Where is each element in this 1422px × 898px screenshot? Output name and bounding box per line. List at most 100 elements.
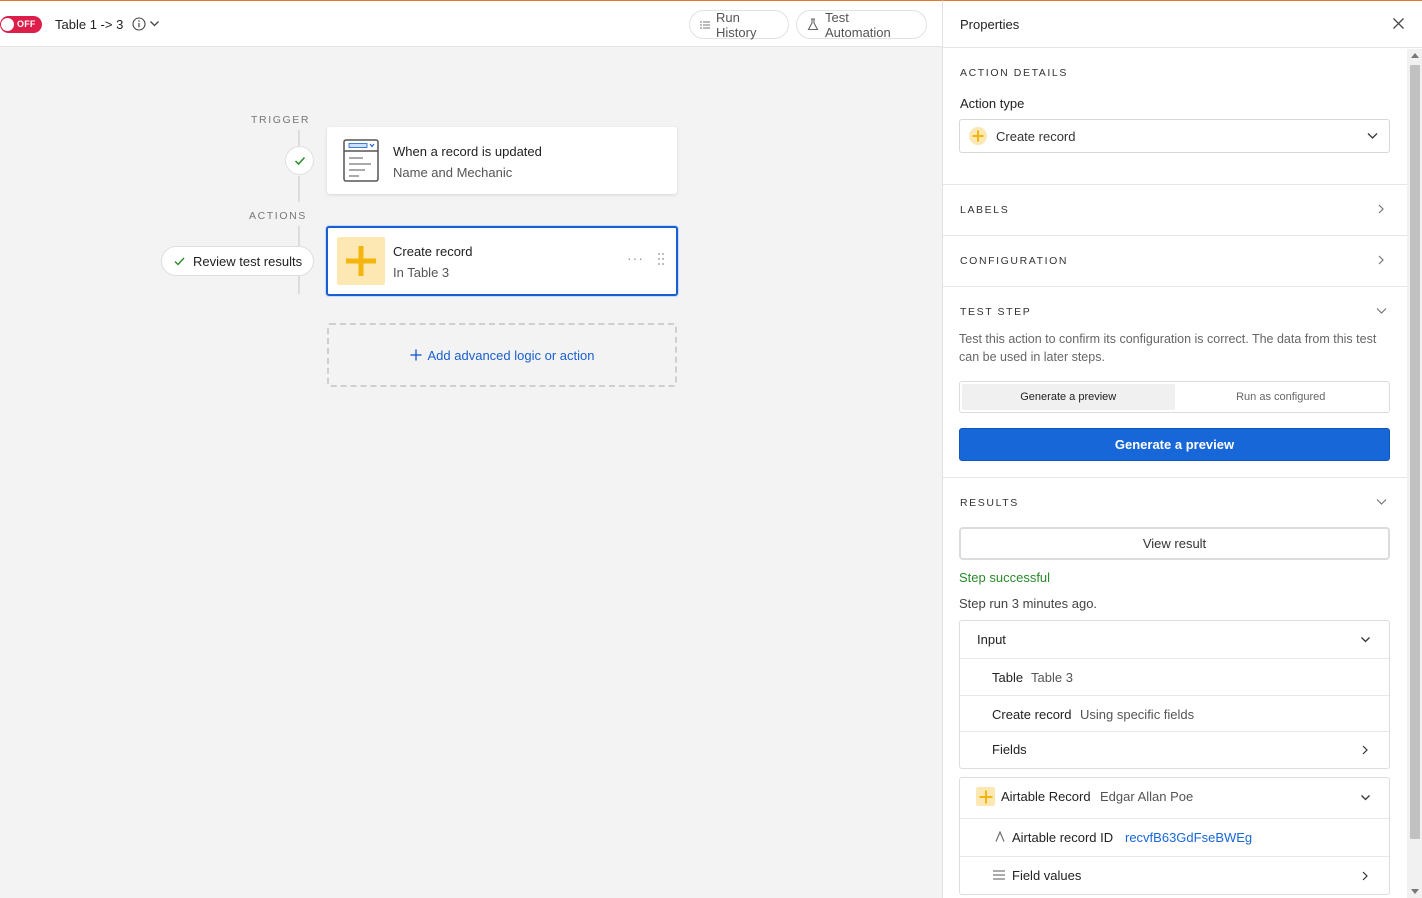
check-icon [174, 257, 185, 266]
record-id-row: Airtable record ID recvfB63GdFseBWEg [960, 818, 1389, 856]
action-details-heading: ACTION DETAILS [960, 67, 1068, 79]
more-options-icon[interactable]: ··· [627, 250, 644, 266]
automation-toggle[interactable]: OFF [0, 16, 42, 33]
row-value: Using specific fields [1080, 707, 1195, 722]
chevron-down-icon [1376, 308, 1387, 314]
action-type-select[interactable]: Create record [959, 119, 1390, 153]
trigger-subtitle: Name and Mechanic [393, 165, 513, 180]
close-icon[interactable] [1392, 17, 1405, 30]
results-heading: RESULTS [960, 497, 1019, 509]
input-row-create-record: Create record Using specific fields [960, 695, 1389, 732]
text-field-icon [995, 831, 1005, 842]
record-updated-icon [343, 139, 379, 182]
results-section-toggle[interactable]: RESULTS [943, 478, 1407, 518]
chevron-right-icon [1378, 204, 1384, 214]
chevron-down-icon [1361, 637, 1370, 643]
list-icon [993, 870, 1005, 880]
create-record-icon [976, 787, 995, 806]
airtable-record-group: Airtable Record Edgar Allan Poe Airtable… [959, 777, 1390, 895]
panel-header: Properties [943, 1, 1422, 48]
test-step-section-toggle[interactable]: TEST STEP [943, 287, 1407, 323]
panel-scrollbar[interactable] [1407, 49, 1422, 898]
chevron-right-icon [1362, 745, 1368, 755]
panel-title: Properties [960, 17, 1020, 32]
chevron-right-icon [1378, 255, 1384, 265]
plus-icon [346, 246, 376, 276]
configuration-section-toggle[interactable]: CONFIGURATION [943, 236, 1407, 286]
plus-icon [410, 349, 422, 361]
review-test-results-button[interactable]: Review test results [161, 246, 314, 276]
chevron-right-icon [1362, 871, 1368, 881]
row-key: Field values [1012, 868, 1082, 883]
action-type-label: Action type [960, 96, 1025, 111]
chevron-down-icon [1367, 133, 1378, 139]
record-group-header[interactable]: Airtable Record Edgar Allan Poe [960, 778, 1389, 818]
step-run-time: Step run 3 minutes ago. [959, 596, 1098, 611]
labels-section-toggle[interactable]: LABELS [943, 185, 1407, 235]
trigger-section-label: TRIGGER [251, 114, 311, 126]
input-row-fields[interactable]: Fields [960, 731, 1389, 768]
row-value: Table 3 [1031, 670, 1073, 685]
trigger-title: When a record is updated [393, 144, 542, 159]
toggle-knob [1, 18, 14, 31]
step-status: Step successful [959, 570, 1051, 585]
test-automation-label: Test Automation [825, 9, 891, 40]
row-key: Create record [992, 707, 1072, 722]
record-id-value[interactable]: recvfB63GdFseBWEg [1125, 830, 1252, 845]
chevron-down-icon[interactable] [149, 18, 160, 29]
view-result-button[interactable]: View result [959, 527, 1390, 560]
action-subtitle: In Table 3 [393, 265, 450, 280]
generate-preview-button[interactable]: Generate a preview [959, 428, 1390, 461]
connector-line [298, 276, 300, 294]
connector-line [298, 130, 300, 146]
row-key: Fields [992, 742, 1027, 757]
field-values-row[interactable]: Field values [960, 856, 1389, 894]
run-history-button[interactable]: Run History [689, 9, 789, 40]
input-row-table: Table Table 3 [960, 658, 1389, 695]
input-group-header[interactable]: Input [960, 621, 1389, 658]
toggle-label: OFF [17, 19, 36, 29]
test-step-description: Test this action to confirm its configur… [959, 332, 1377, 364]
record-primary-value: Edgar Allan Poe [1100, 789, 1194, 804]
automation-title[interactable]: Table 1 -> 3 [55, 17, 123, 32]
review-test-results-label: Review test results [193, 253, 303, 269]
connector-line [298, 176, 300, 202]
add-action-button[interactable]: Add advanced logic or action [327, 323, 677, 387]
trigger-status [285, 146, 314, 175]
scroll-up-icon[interactable] [1411, 53, 1419, 58]
action-title: Create record [393, 244, 473, 259]
plus-icon [979, 790, 992, 803]
configuration-heading: CONFIGURATION [960, 255, 1069, 267]
row-key: Airtable record ID [1012, 830, 1114, 845]
chevron-down-icon [1361, 795, 1370, 801]
add-action-label: Add advanced logic or action [427, 347, 595, 363]
labels-heading: LABELS [960, 204, 1010, 216]
test-step-heading: TEST STEP [960, 306, 1032, 318]
check-icon [294, 156, 305, 165]
flask-icon [807, 18, 819, 31]
drag-handle-icon[interactable] [657, 252, 665, 266]
segment-generate-preview[interactable]: Generate a preview [962, 384, 1175, 410]
trigger-card[interactable]: When a record is updated Name and Mechan… [327, 127, 677, 194]
scrollbar-thumb[interactable] [1410, 65, 1420, 839]
info-icon[interactable] [132, 17, 146, 31]
input-title: Input [977, 632, 1006, 647]
plus-icon [972, 130, 984, 142]
row-key: Table [992, 670, 1024, 685]
properties-panel: Properties ACTION DETAILS Action type Cr… [942, 0, 1422, 898]
automation-toolbar: OFF Table 1 -> 3 Run History Test Automa… [0, 0, 942, 47]
action-card-create-record[interactable]: Create record In Table 3 ··· [326, 226, 678, 296]
chevron-down-icon [1376, 499, 1387, 505]
create-record-icon [337, 237, 385, 285]
action-type-value: Create record [996, 128, 1076, 144]
actions-section-label: ACTIONS [249, 210, 307, 222]
create-record-icon [969, 127, 987, 145]
workflow-canvas: TRIGGER ACTIONS Review test results When… [0, 48, 942, 898]
record-title: Airtable Record [1001, 789, 1091, 804]
segment-run-as-configured[interactable]: Run as configured [1175, 384, 1388, 410]
connector-line [298, 226, 300, 246]
run-history-label: Run History [716, 9, 757, 40]
test-automation-button[interactable]: Test Automation [796, 9, 927, 40]
scroll-down-icon[interactable] [1411, 889, 1419, 894]
input-group: Input Table Table 3 Create record Using … [959, 620, 1390, 769]
